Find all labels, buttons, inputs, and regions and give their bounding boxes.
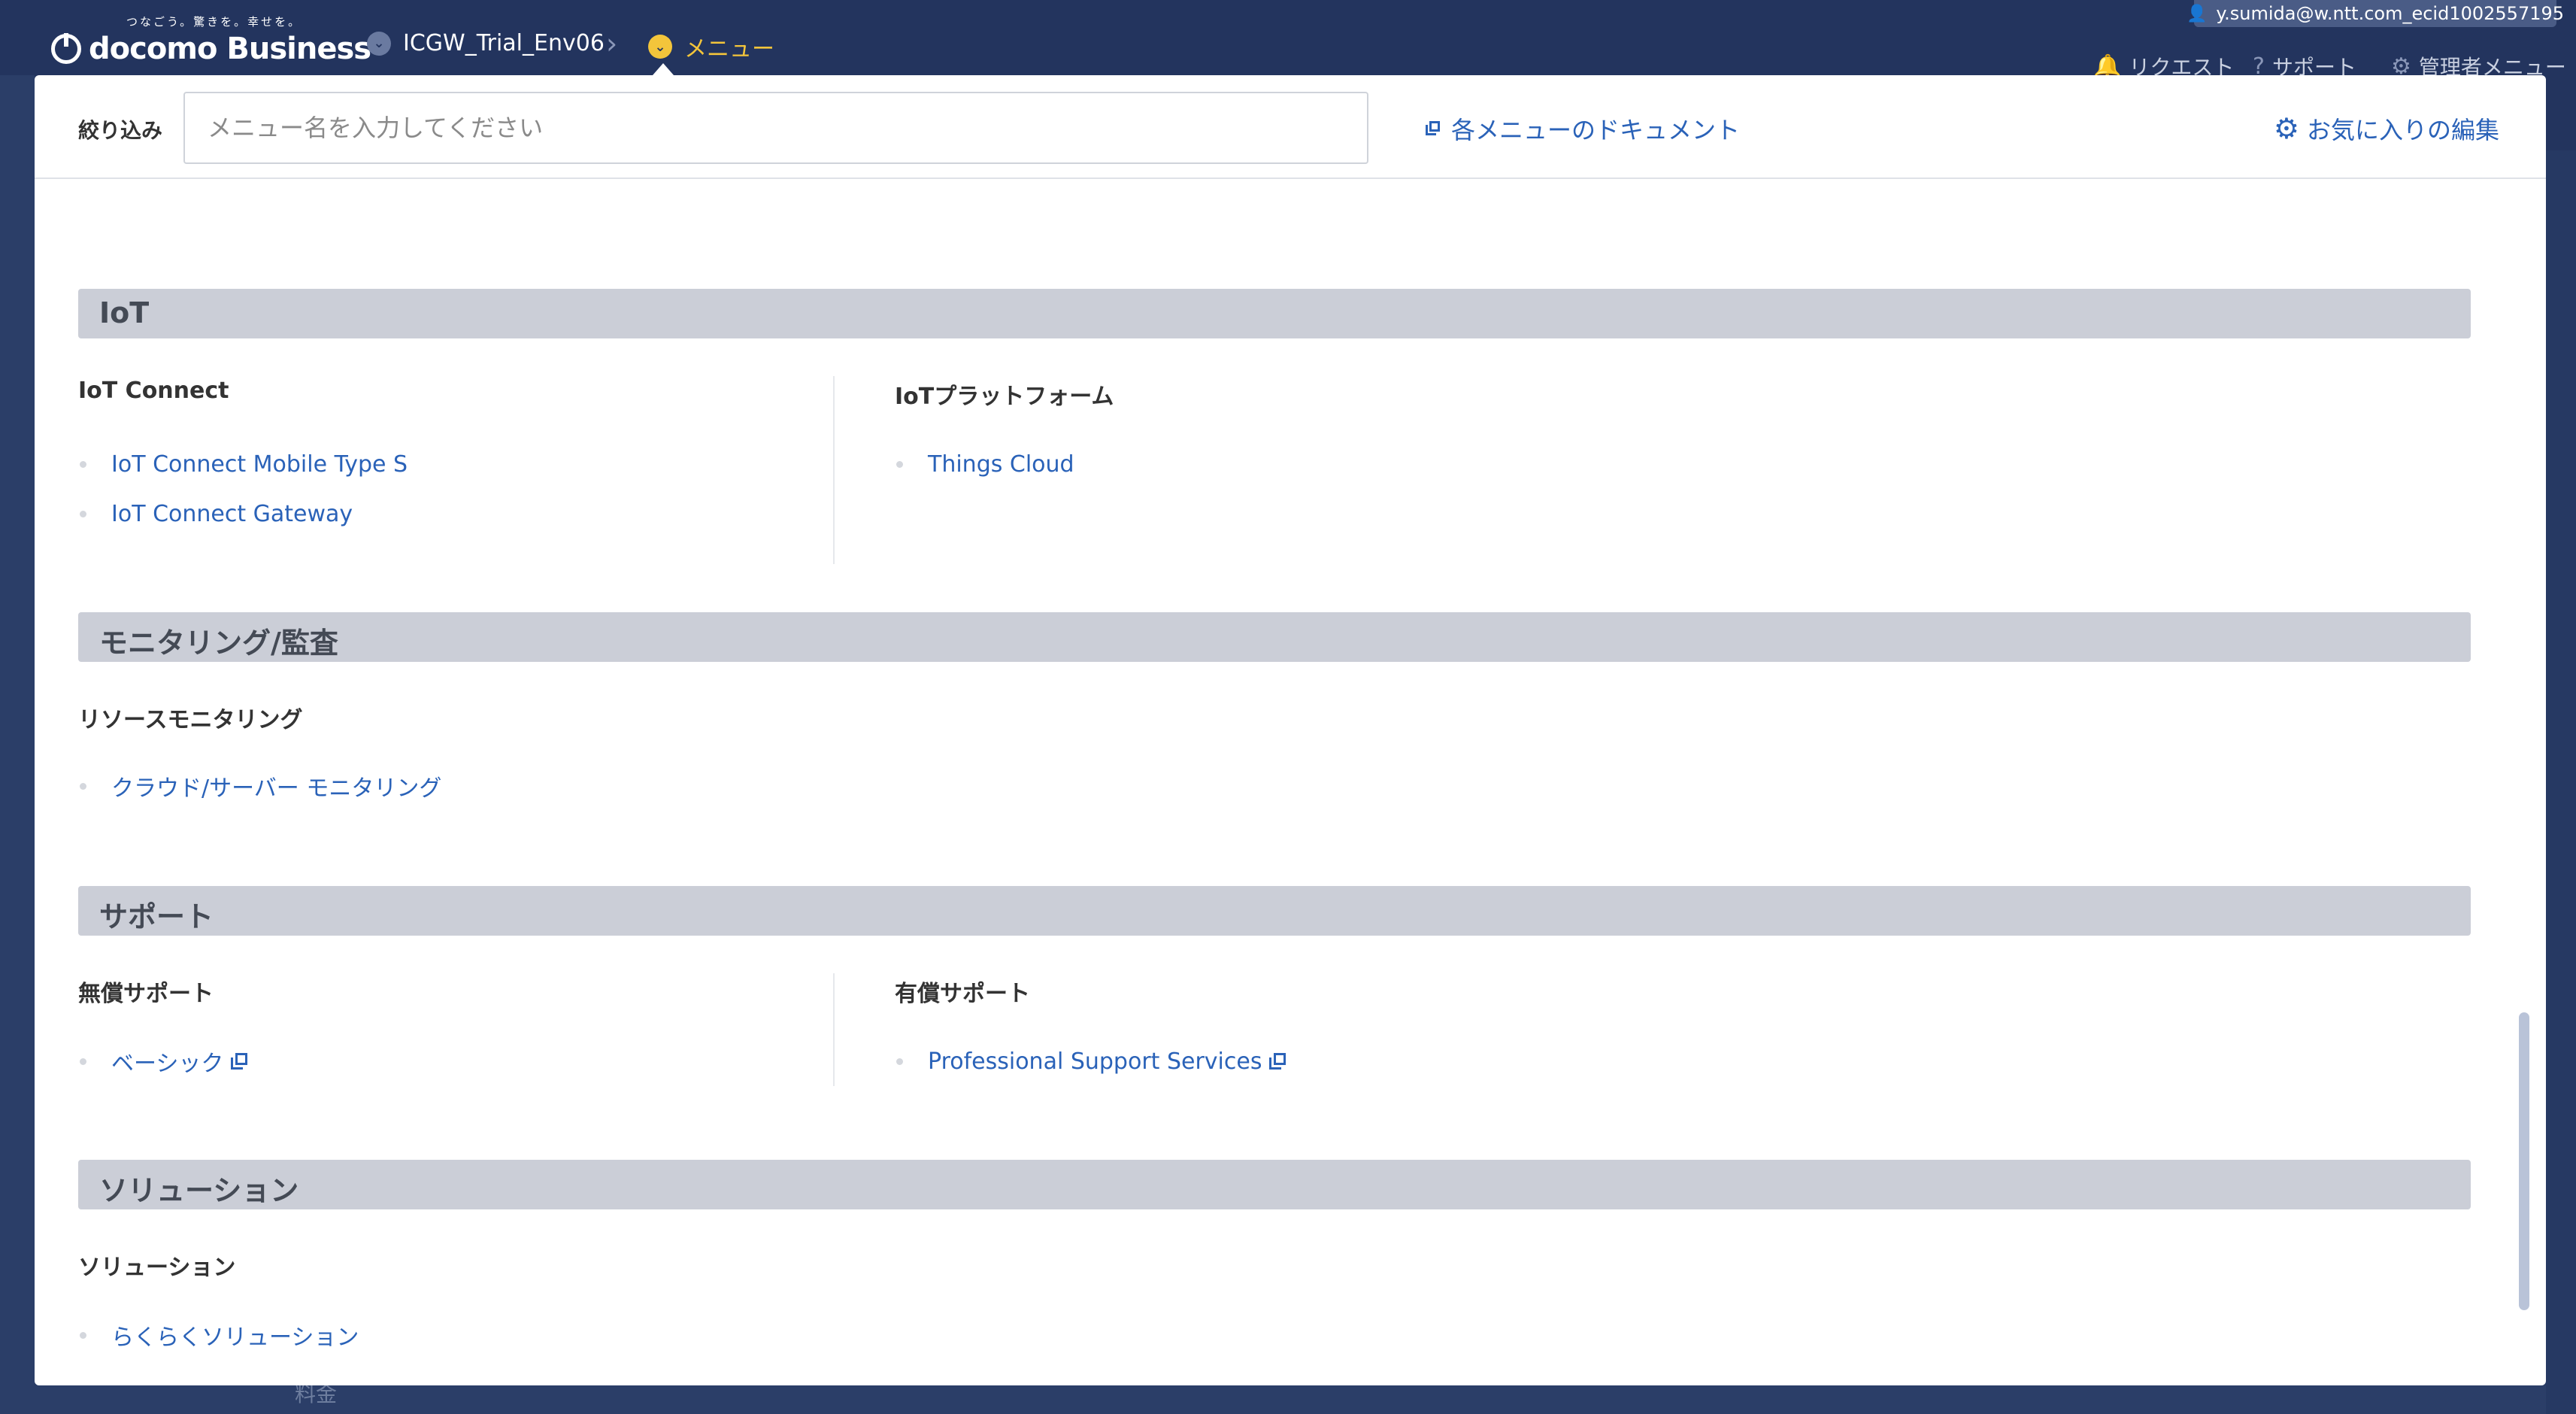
menu-list: Things Cloud bbox=[895, 439, 1074, 489]
column-free-support: 無償サポート ベーシック bbox=[78, 975, 830, 1077]
edit-favorites-link[interactable]: ⚙ お気に入りの編集 bbox=[2274, 111, 2499, 146]
menu-item-professional-support-services[interactable]: Professional Support Services bbox=[895, 1036, 1286, 1086]
breadcrumb-separator-icon: › bbox=[606, 27, 618, 60]
section-title: IoT bbox=[99, 296, 150, 329]
column-resource-monitoring: リソースモニタリング クラウド/サーバー モニタリング bbox=[78, 701, 830, 802]
menu-content: IoT IoT Connect IoT Connect Mobile Type … bbox=[35, 179, 2546, 1385]
menu-item-rakuraku-solution[interactable]: らくらくソリューション bbox=[78, 1310, 359, 1360]
edit-favorites-label: お気に入りの編集 bbox=[2306, 116, 2499, 144]
background-page-edge bbox=[0, 75, 35, 1414]
menu-panel: 絞り込み 各メニューのドキュメント ⚙ お気に入りの編集 IoT IoT Con… bbox=[35, 75, 2546, 1385]
column-iot-connect: IoT Connect IoT Connect Mobile Type S Io… bbox=[78, 378, 830, 527]
chevron-down-icon: ⌄ bbox=[367, 31, 391, 56]
user-id: y.sumida@w.ntt.com_ecid1002557195 bbox=[2216, 3, 2565, 24]
breadcrumb-menu[interactable]: ⌄ メニュー bbox=[648, 30, 774, 63]
column-divider bbox=[833, 376, 835, 564]
menu-list: Professional Support Services bbox=[895, 1036, 1286, 1086]
filter-bar: 絞り込み 各メニューのドキュメント ⚙ お気に入りの編集 bbox=[35, 75, 2546, 179]
section-title: サポート bbox=[99, 900, 214, 933]
logo-text: docomo Business bbox=[89, 32, 371, 66]
section-header-iot: IoT bbox=[78, 289, 2471, 338]
column-iot-platform: IoTプラットフォーム Things Cloud bbox=[895, 378, 1647, 478]
menu-list: らくらくソリューション bbox=[78, 1310, 359, 1360]
breadcrumb-menu-label: メニュー bbox=[684, 36, 774, 62]
menu-documents-label: 各メニューのドキュメント bbox=[1451, 116, 1741, 144]
power-logo-icon bbox=[51, 33, 81, 64]
gear-icon: ⚙ bbox=[2273, 112, 2299, 145]
logo-main: docomo Business bbox=[51, 32, 371, 66]
chevron-down-icon: ⌄ bbox=[648, 35, 672, 59]
scrollbar-thumb[interactable] bbox=[2519, 1012, 2529, 1310]
menu-item-iot-connect-mobile-type-s[interactable]: IoT Connect Mobile Type S bbox=[78, 439, 408, 489]
section-title: モニタリング/監査 bbox=[99, 627, 338, 660]
menu-list: クラウド/サーバー モニタリング bbox=[78, 761, 441, 811]
menu-list: ベーシック bbox=[78, 1036, 248, 1086]
menu-pointer-caret bbox=[653, 63, 674, 75]
column-title: リソースモニタリング bbox=[78, 707, 303, 733]
column-title: 有償サポート bbox=[895, 981, 1030, 1007]
column-paid-support: 有償サポート Professional Support Services bbox=[895, 975, 1647, 1075]
menu-list: IoT Connect Mobile Type S IoT Connect Ga… bbox=[78, 439, 408, 539]
menu-documents-link[interactable]: 各メニューのドキュメント bbox=[1426, 111, 1740, 146]
breadcrumb-env-label: ICGW_Trial_Env06 bbox=[403, 30, 605, 56]
menu-item-cloud-server-monitoring[interactable]: クラウド/サーバー モニタリング bbox=[78, 761, 441, 811]
logo-tagline: つなごう。驚きを。幸せを。 bbox=[126, 15, 302, 29]
column-divider bbox=[833, 973, 835, 1086]
section-header-monitoring: モニタリング/監査 bbox=[78, 612, 2471, 662]
external-link-icon bbox=[1426, 121, 1441, 136]
user-account-chip[interactable]: 👤 y.sumida@w.ntt.com_ecid1002557195 bbox=[2187, 0, 2564, 27]
menu-item-label: Professional Support Services bbox=[928, 1048, 1262, 1075]
column-title: ソリューション bbox=[78, 1255, 236, 1281]
column-title: IoT Connect bbox=[78, 378, 229, 404]
section-header-support: サポート bbox=[78, 886, 2471, 936]
menu-item-iot-connect-gateway[interactable]: IoT Connect Gateway bbox=[78, 489, 408, 539]
column-title: 無償サポート bbox=[78, 981, 214, 1007]
section-title: ソリューション bbox=[99, 1174, 299, 1207]
section-header-solution: ソリューション bbox=[78, 1160, 2471, 1209]
menu-filter-input[interactable] bbox=[183, 92, 1368, 164]
external-link-icon bbox=[1269, 1053, 1286, 1070]
breadcrumb-env[interactable]: ⌄ ICGW_Trial_Env06 bbox=[367, 30, 605, 56]
menu-item-things-cloud[interactable]: Things Cloud bbox=[895, 439, 1074, 489]
person-icon: 👤 bbox=[2186, 4, 2208, 23]
filter-label: 絞り込み bbox=[78, 118, 163, 143]
column-solution: ソリューション らくらくソリューション bbox=[78, 1249, 830, 1351]
external-link-icon bbox=[231, 1053, 248, 1070]
column-title: IoTプラットフォーム bbox=[895, 384, 1114, 410]
menu-item-basic[interactable]: ベーシック bbox=[78, 1036, 248, 1086]
background-page-bottom bbox=[35, 1385, 2546, 1414]
menu-item-label: ベーシック bbox=[111, 1051, 224, 1077]
